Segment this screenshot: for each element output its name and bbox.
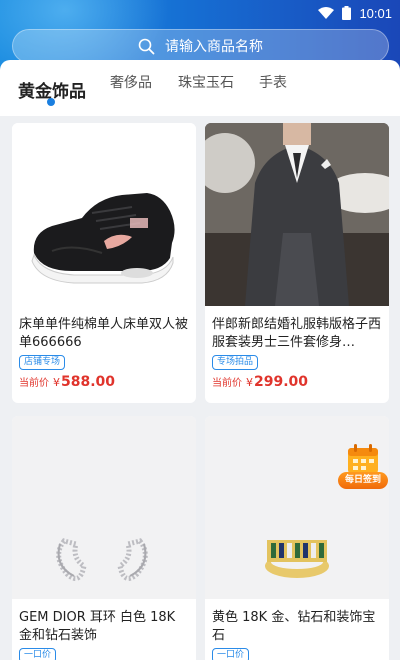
status-time: 10:01 <box>359 5 392 21</box>
search-input[interactable]: 请输入商品名称 <box>12 29 389 63</box>
status-bar: 10:01 <box>318 3 392 23</box>
tab-luxury[interactable]: 奢侈品 <box>110 72 152 92</box>
price-currency: ¥ <box>53 376 60 389</box>
product-title: 伴郎新郎结婚礼服韩版格子西服套装男士三件套修身… <box>212 317 382 350</box>
sneaker-image <box>12 123 196 306</box>
price-value: 299.00 <box>254 374 309 390</box>
tab-watches[interactable]: 手表 <box>259 72 287 92</box>
price-label: 当前价 <box>19 378 49 389</box>
product-title: 黄色 18K 金、钻石和装饰宝石 <box>212 610 376 643</box>
product-title: 床单单件纯棉单人床单双人被单666666 <box>19 317 189 350</box>
price-currency: ¥ <box>246 376 253 389</box>
price-label: 当前价 <box>212 378 242 389</box>
tab-jewelry-jade[interactable]: 珠宝玉石 <box>178 72 234 92</box>
product-badge: 专场拍品 <box>212 355 259 370</box>
product-card[interactable]: GEM DIOR 耳环 白色 18K 金和钻石装饰 一口价 <box>12 416 196 660</box>
product-badge: 一口价 <box>212 648 250 660</box>
battery-icon <box>342 6 352 20</box>
product-card[interactable]: 伴郎新郎结婚礼服韩版格子西服套装男士三件套修身… 专场拍品 当前价 ¥ 299.… <box>205 123 389 403</box>
product-badge: 一口价 <box>19 648 57 660</box>
suit-image <box>205 123 389 306</box>
tab-indicator <box>47 98 55 106</box>
category-tabs: 黄金饰品 奢侈品 珠宝玉石 手表 <box>0 60 400 116</box>
wifi-icon <box>318 7 335 19</box>
price-value: 588.00 <box>61 374 116 390</box>
product-badge: 店铺专场 <box>19 355 66 370</box>
daily-checkin-button[interactable]: 每日签到 <box>338 444 388 490</box>
earrings-image <box>12 416 196 599</box>
product-price: 当前价 ¥ 588.00 <box>19 374 115 390</box>
product-title: GEM DIOR 耳环 白色 18K 金和钻石装饰 <box>19 610 176 643</box>
product-card[interactable]: 床单单件纯棉单人床单双人被单666666 店铺专场 当前价 ¥ 588.00 <box>12 123 196 403</box>
product-price: 当前价 ¥ 299.00 <box>212 374 308 390</box>
checkin-label: 每日签到 <box>338 472 388 489</box>
search-icon <box>138 38 155 54</box>
search-placeholder: 请输入商品名称 <box>165 39 263 55</box>
